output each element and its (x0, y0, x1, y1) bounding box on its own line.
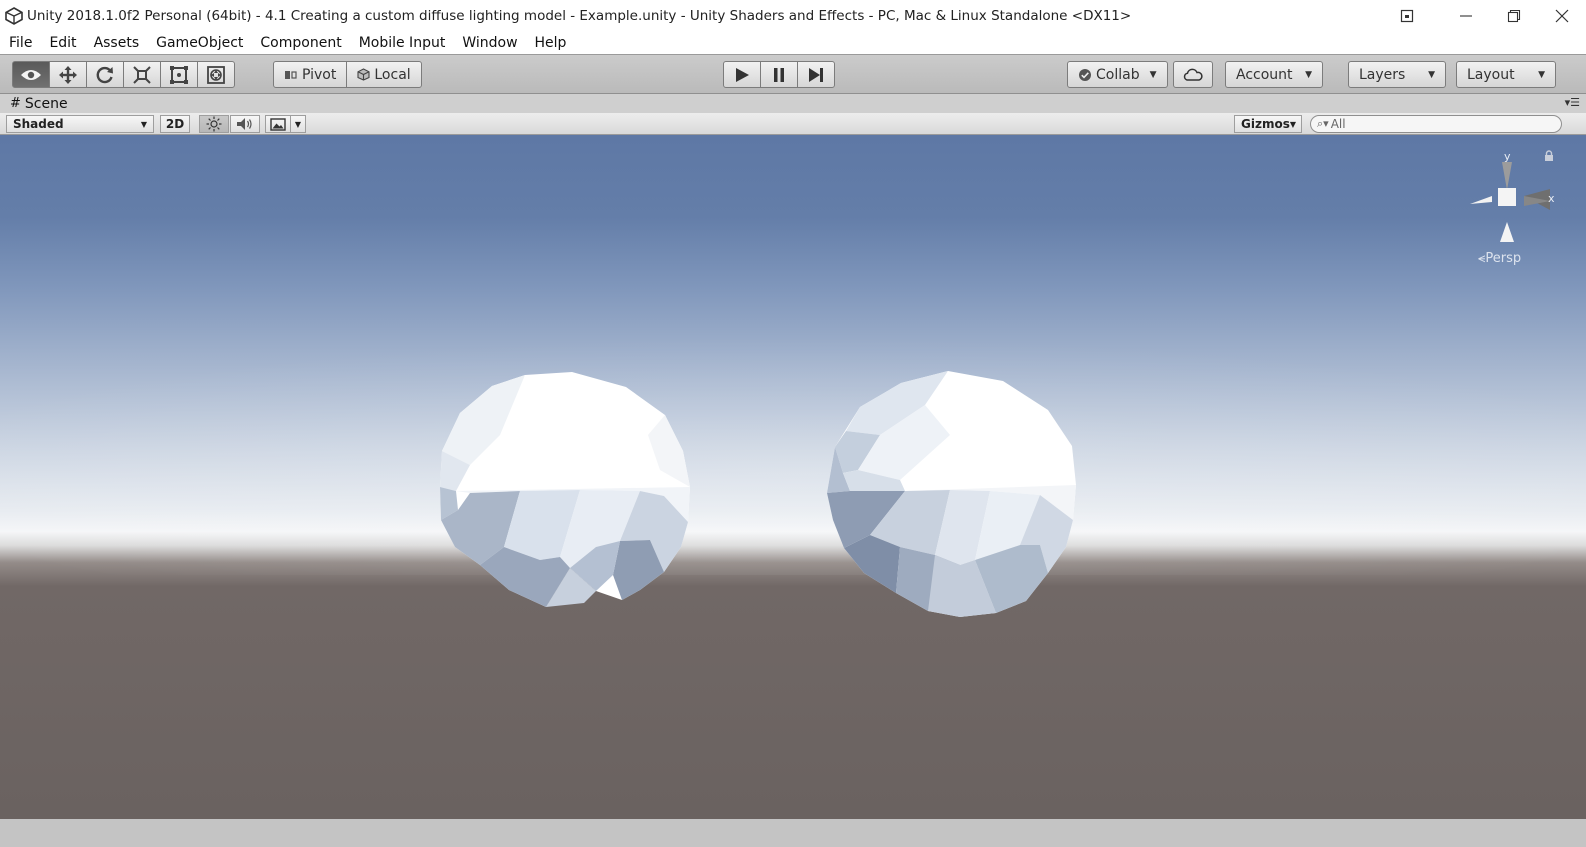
play-icon (736, 67, 749, 82)
image-icon (270, 117, 286, 131)
pivot-toggles: Pivot Local (273, 61, 422, 88)
main-toolbar: Pivot Local Collab ▼ Account ▼ Layers ▼ … (0, 54, 1586, 94)
speaker-icon (237, 118, 252, 130)
menu-file[interactable]: File (0, 35, 40, 51)
layout-dropdown[interactable]: Layout ▼ (1456, 61, 1556, 88)
shading-caret-icon: ▼ (140, 119, 147, 129)
persp-label: Persp (1485, 251, 1522, 266)
sun-icon (206, 116, 222, 132)
view-tool-button[interactable] (12, 61, 50, 88)
collab-label: Collab (1096, 66, 1140, 83)
local-label: Local (374, 66, 411, 83)
pivot-button[interactable]: Pivot (273, 61, 348, 88)
scale-icon (133, 65, 151, 84)
search-placeholder: All (1330, 117, 1346, 131)
scene-tab-label: Scene (24, 95, 68, 112)
scene-search-input[interactable]: ⌕▾ All (1310, 115, 1562, 133)
cube-icon (357, 68, 370, 81)
lighting-toggle[interactable] (199, 115, 229, 133)
gizmos-dropdown[interactable]: Gizmos ▼ (1234, 115, 1302, 133)
mode-2d-label: 2D (165, 117, 185, 131)
collab-button[interactable]: Collab ▼ (1067, 61, 1168, 88)
title-bar: Unity 2018.1.0f2 Personal (64bit) - 4.1 … (0, 0, 1586, 31)
maximize-button[interactable] (1490, 0, 1538, 31)
menu-window[interactable]: Window (453, 35, 525, 51)
account-group: Account ▼ (1225, 61, 1323, 88)
eye-icon (21, 69, 41, 80)
menu-bar: File Edit Assets GameObject Component Mo… (0, 31, 1586, 54)
window-title: Unity 2018.1.0f2 Personal (64bit) - 4.1 … (27, 7, 1132, 24)
layers-dropdown[interactable]: Layers ▼ (1348, 61, 1446, 88)
play-button[interactable] (723, 61, 761, 88)
mode-2d-button[interactable]: 2D (160, 115, 190, 133)
gizmo-center-cube[interactable] (1498, 188, 1516, 206)
rect-tool-button[interactable] (160, 61, 198, 88)
search-icon: ⌕▾ (1317, 117, 1329, 130)
effects-toggle[interactable] (265, 115, 291, 133)
rotate-icon (96, 66, 113, 83)
account-dropdown[interactable]: Account ▼ (1225, 61, 1323, 88)
gizmos-caret-icon: ▼ (1289, 119, 1296, 129)
pivot-label: Pivot (302, 66, 337, 83)
step-button[interactable] (797, 61, 835, 88)
status-bar (0, 819, 1586, 847)
panel-menu-icon[interactable]: ▾☰ (1565, 96, 1580, 109)
scene-viewport[interactable] (0, 135, 1586, 819)
check-circle-icon (1079, 68, 1091, 81)
layers-group: Layers ▼ (1348, 61, 1446, 88)
menu-mobile-input[interactable]: Mobile Input (350, 35, 454, 51)
menu-assets[interactable]: Assets (85, 35, 148, 51)
gizmo-y-label: y (1504, 150, 1511, 163)
unity-logo-icon (3, 5, 25, 27)
account-label: Account (1236, 66, 1293, 83)
gizmos-label: Gizmos (1241, 117, 1290, 131)
transform-icon (207, 65, 225, 84)
rotate-tool-button[interactable] (86, 61, 124, 88)
tab-scene[interactable]: # Scene (0, 96, 68, 112)
collab-dropdown-caret-icon: ▼ (1149, 69, 1157, 80)
transform-tool-button[interactable] (197, 61, 235, 88)
transform-tools (12, 61, 235, 88)
menu-component[interactable]: Component (251, 35, 349, 51)
cloud-icon (1183, 68, 1203, 81)
collab-group: Collab ▼ (1067, 61, 1168, 88)
gizmo-x-label: x (1548, 192, 1555, 205)
scale-tool-button[interactable] (123, 61, 161, 88)
close-button[interactable] (1538, 0, 1586, 31)
cloud-group (1173, 61, 1213, 88)
menu-edit[interactable]: Edit (40, 35, 84, 51)
scene-grid-icon: # (10, 96, 21, 111)
pivot-icon (285, 70, 297, 79)
persp-toggle[interactable]: ⪪Persp (1478, 251, 1521, 266)
play-controls (723, 61, 835, 88)
move-tool-button[interactable] (49, 61, 87, 88)
layout-dropdown-caret-icon: ▼ (1538, 69, 1545, 80)
layers-dropdown-caret-icon: ▼ (1428, 69, 1435, 80)
scene-toolbar: Shaded ▼ 2D ▼ Gizmos ▼ ⌕▾ All (0, 113, 1586, 135)
local-button[interactable]: Local (346, 61, 422, 88)
pause-icon (774, 67, 784, 82)
audio-toggle[interactable] (230, 115, 260, 133)
account-dropdown-caret-icon: ▼ (1305, 69, 1312, 80)
move-arrows-icon (59, 65, 77, 84)
menu-help[interactable]: Help (526, 35, 575, 51)
lock-icon[interactable] (1544, 150, 1554, 165)
minimize-button[interactable] (1442, 0, 1490, 31)
layout-group: Layout ▼ (1456, 61, 1556, 88)
cloud-button[interactable] (1173, 61, 1213, 88)
window-controls (1372, 0, 1586, 31)
layers-label: Layers (1359, 66, 1406, 83)
shading-mode-label: Shaded (13, 117, 64, 131)
rect-icon (170, 65, 188, 84)
menu-gameobject[interactable]: GameObject (147, 35, 251, 51)
tablet-mode-icon[interactable] (1372, 0, 1442, 31)
shading-mode-dropdown[interactable]: Shaded ▼ (6, 115, 154, 133)
pause-button[interactable] (760, 61, 798, 88)
step-icon (809, 67, 823, 82)
effects-dropdown-caret-icon[interactable]: ▼ (290, 115, 306, 133)
scene-tab-bar: # Scene ▾☰ (0, 94, 1586, 113)
layout-label: Layout (1467, 66, 1515, 83)
